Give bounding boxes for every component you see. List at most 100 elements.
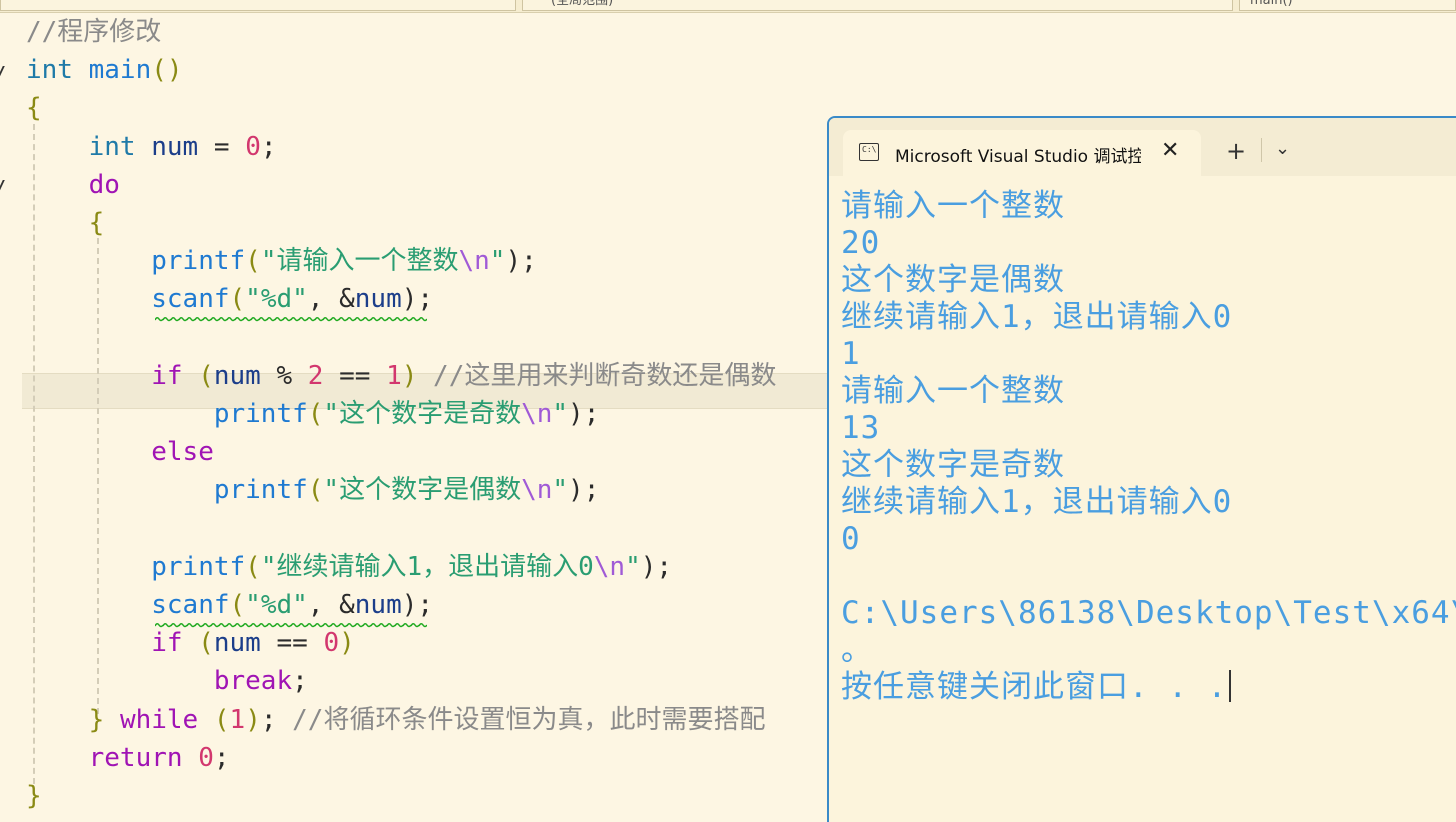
terminal-output-line: 请输入一个整数 [841, 373, 1456, 410]
code-token: //程序修改 [26, 17, 162, 47]
code-line[interactable]: if (num % 2 == 1) //这里用来判断奇数还是偶数 [26, 357, 776, 395]
code-line[interactable]: scanf("%d", &num); [26, 280, 433, 318]
code-token: ( [213, 704, 230, 735]
terminal-output-text: 继续请输入1，退出请输入0 [841, 299, 1233, 335]
terminal-output-line: 这个数字是奇数 [841, 447, 1456, 484]
terminal-output-text: 请输入一个整数 [841, 373, 1065, 409]
code-line[interactable]: scanf("%d", &num); [26, 586, 433, 624]
tab-divider [1261, 138, 1262, 162]
terminal-output[interactable]: 请输入一个整数 20 这个数字是偶数 继续请输入1，退出请输入0 1 请输入一个整数 13 这… [841, 188, 1456, 706]
terminal-output-text: 。 [841, 632, 873, 668]
code-token: = [198, 131, 246, 162]
code-token: main [88, 55, 152, 86]
new-tab-icon[interactable]: + [1226, 137, 1246, 165]
code-token: ( [229, 590, 246, 620]
terminal-output-text: 按任意键关闭此窗口. . . [841, 669, 1228, 705]
terminal-output-line: 继续请输入1，退出请输入0 [841, 299, 1456, 336]
warning-squiggle[interactable] [155, 316, 427, 322]
code-line[interactable]: if (num == 0) [26, 624, 355, 662]
code-line[interactable]: printf("请输入一个整数\n"); [26, 242, 537, 280]
code-line[interactable]: else [26, 433, 214, 471]
code-token: \n [458, 246, 490, 277]
code-token: == [260, 628, 324, 659]
code-line[interactable]: printf("继续请输入1，退出请输入0\n"); [26, 548, 672, 586]
debug-console-window[interactable]: Microsoft Visual Studio 调试控制台 ✕ + ⌄ 请输入一… [827, 116, 1456, 822]
code-token: ); [568, 399, 600, 429]
code-token: ); [401, 590, 434, 620]
code-token: break [213, 666, 293, 697]
code-token: if [151, 360, 183, 391]
code-token: ) [339, 628, 355, 659]
code-token: "这个数字是偶数 [323, 475, 522, 506]
code-token: //将循环条件设置恒为真，此时需要搭配 [292, 704, 766, 735]
code-line[interactable]: { [26, 89, 42, 127]
collapse-marker[interactable] [0, 180, 4, 194]
terminal-output-text: C:\Users\86138\Desktop\Test\x64\D [841, 595, 1456, 631]
code-line[interactable]: printf("这个数字是奇数\n"); [26, 395, 600, 433]
code-token: printf [151, 551, 246, 582]
code-token: , & [307, 590, 355, 620]
chevron-down-icon[interactable]: ⌄ [1275, 138, 1290, 159]
terminal-output-text: 请输入一个整数 [841, 188, 1065, 224]
code-token: do [88, 169, 120, 200]
terminal-output-text: 20 [841, 225, 881, 261]
code-token: ; [213, 742, 230, 773]
code-token: } [26, 781, 42, 811]
code-line[interactable]: { [26, 204, 105, 242]
code-token: ( [307, 475, 324, 506]
code-token: ) [245, 704, 261, 735]
terminal-tab[interactable]: Microsoft Visual Studio 调试控制台 ✕ [843, 130, 1201, 176]
code-token: ); [568, 475, 600, 506]
code-token: //这里用来判断奇数还是偶数 [433, 360, 777, 391]
code-line[interactable]: return 0; [26, 739, 230, 777]
code-token: \n [521, 399, 553, 429]
code-line[interactable]: break; [26, 662, 308, 700]
code-line[interactable]: } [26, 777, 42, 815]
terminal-output-line: 20 [841, 225, 1456, 262]
code-token: num [213, 628, 261, 659]
close-tab-icon[interactable]: ✕ [1161, 138, 1179, 163]
code-token: "%d" [245, 284, 308, 315]
terminal-output-line: 继续请输入1，退出请输入0 [841, 484, 1456, 521]
code-token: " [552, 399, 569, 429]
code-line[interactable]: //程序修改 [26, 13, 161, 51]
code-line[interactable]: int num = 0; [26, 128, 277, 166]
collapse-marker[interactable] [0, 66, 4, 80]
terminal-output-line: 这个数字是偶数 [841, 262, 1456, 299]
function-dropdown[interactable]: main() [1239, 0, 1456, 11]
scope-dropdown[interactable]: (全局范围) [522, 0, 1233, 11]
project-dropdown[interactable] [0, 0, 516, 11]
code-token: ); [401, 284, 434, 315]
terminal-output-text: 0 [841, 521, 861, 557]
code-line[interactable]: printf("这个数字是偶数\n"); [26, 471, 600, 509]
code-token: ( [245, 246, 261, 277]
code-line[interactable]: } while (1); //将循环条件设置恒为真，此时需要搭配 [26, 701, 766, 739]
code-token: scanf [151, 590, 230, 620]
terminal-output-line: C:\Users\86138\Desktop\Test\x64\D [841, 595, 1456, 632]
function-label: main() [1250, 0, 1293, 8]
code-token: \n [593, 551, 626, 582]
code-token: ( [245, 551, 261, 582]
code-token: "请输入一个整数 [260, 246, 459, 277]
terminal-output-line: 。 [841, 632, 1456, 669]
terminal-output-text: 这个数字是偶数 [841, 262, 1065, 298]
terminal-tab-bar: Microsoft Visual Studio 调试控制台 ✕ + ⌄ [829, 118, 1456, 176]
code-token: ; [260, 131, 277, 162]
code-token: "%d" [245, 590, 308, 620]
code-line[interactable]: int main() [26, 51, 183, 89]
warning-squiggle[interactable] [155, 622, 427, 628]
code-token: int [26, 55, 73, 86]
code-token: "这个数字是奇数 [323, 399, 522, 429]
code-token: while [119, 704, 199, 735]
code-line[interactable]: do [26, 166, 120, 204]
